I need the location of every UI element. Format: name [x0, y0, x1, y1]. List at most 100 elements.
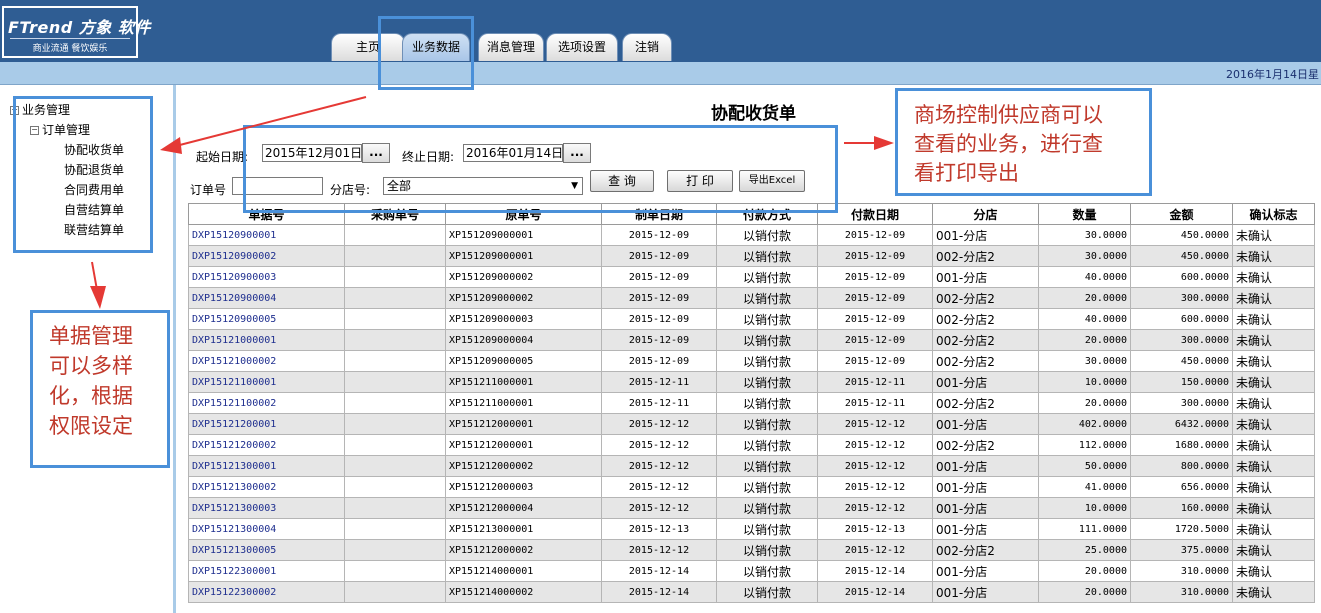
- col-pay-date-cell: 2015-12-13: [817, 518, 933, 540]
- col-pay-method-cell: 以销付款: [716, 266, 818, 288]
- table-row[interactable]: DXP15121300005 XP151212000002 2015-12-12 以销…: [188, 539, 1315, 561]
- date-bar: 2016年1月14日星: [0, 62, 1321, 85]
- col-orig-no-cell: XP151212000003: [445, 476, 602, 498]
- table-row[interactable]: DXP15120900002 XP151209000001 2015-12-09 以销…: [188, 245, 1315, 267]
- col-amount-header[interactable]: 金额: [1130, 203, 1233, 225]
- col-shop-cell: 001-分店: [932, 224, 1039, 246]
- col-doc-no-cell[interactable]: DXP15122300002: [188, 581, 345, 603]
- col-pay-method-cell: 以销付款: [716, 371, 818, 393]
- col-orig-no-cell: XP151212000002: [445, 455, 602, 477]
- col-purchase-no-cell: [344, 476, 446, 498]
- table-row[interactable]: DXP15120900001 XP151209000001 2015-12-09 以销…: [188, 224, 1315, 246]
- col-purchase-no-cell: [344, 350, 446, 372]
- col-amount-cell: 300.0000: [1130, 287, 1233, 309]
- table-row[interactable]: DXP15122300001 XP151214000001 2015-12-14 以销…: [188, 560, 1315, 582]
- col-shop-cell: 001-分店: [932, 560, 1039, 582]
- col-doc-no-cell[interactable]: DXP15121300001: [188, 455, 345, 477]
- tab-options[interactable]: 选项设置: [546, 33, 618, 61]
- col-create-date-cell: 2015-12-12: [601, 455, 717, 477]
- col-create-date-cell: 2015-12-11: [601, 392, 717, 414]
- col-confirm-cell: 未确认: [1232, 476, 1315, 498]
- col-purchase-no-cell: [344, 371, 446, 393]
- col-confirm-cell: 未确认: [1232, 392, 1315, 414]
- col-doc-no-cell[interactable]: DXP15121200002: [188, 434, 345, 456]
- col-create-date-cell: 2015-12-12: [601, 434, 717, 456]
- col-create-date-cell: 2015-12-09: [601, 266, 717, 288]
- col-pay-date-cell: 2015-12-09: [817, 308, 933, 330]
- col-pay-date-cell: 2015-12-12: [817, 476, 933, 498]
- col-create-date-cell: 2015-12-09: [601, 245, 717, 267]
- col-purchase-no-cell: [344, 413, 446, 435]
- col-pay-method-cell: 以销付款: [716, 497, 818, 519]
- col-confirm-cell: 未确认: [1232, 434, 1315, 456]
- table-row[interactable]: DXP15121300002 XP151212000003 2015-12-12 以销…: [188, 476, 1315, 498]
- table-row[interactable]: DXP15121200001 XP151212000001 2015-12-12 以销…: [188, 413, 1315, 435]
- col-qty-cell: 40.0000: [1038, 308, 1131, 330]
- col-create-date-cell: 2015-12-13: [601, 518, 717, 540]
- col-doc-no-cell[interactable]: DXP15121200001: [188, 413, 345, 435]
- annotation-box-filters: [243, 125, 838, 213]
- table-row[interactable]: DXP15121300004 XP151213000001 2015-12-13 以销…: [188, 518, 1315, 540]
- col-confirm-header[interactable]: 确认标志: [1232, 203, 1315, 225]
- col-doc-no-cell[interactable]: DXP15121300002: [188, 476, 345, 498]
- table-row[interactable]: DXP15122300002 XP151214000002 2015-12-14 以销…: [188, 581, 1315, 603]
- col-confirm-cell: 未确认: [1232, 518, 1315, 540]
- col-doc-no-cell[interactable]: DXP15121300005: [188, 539, 345, 561]
- col-shop-cell: 002-分店2: [932, 245, 1039, 267]
- col-doc-no-cell[interactable]: DXP15121300003: [188, 497, 345, 519]
- col-purchase-no-cell: [344, 581, 446, 603]
- col-confirm-cell: 未确认: [1232, 455, 1315, 477]
- tab-messages[interactable]: 消息管理: [478, 33, 544, 61]
- annotation-box-tab: [378, 16, 474, 90]
- table-row[interactable]: DXP15121300001 XP151212000002 2015-12-12 以销…: [188, 455, 1315, 477]
- col-pay-date-cell: 2015-12-09: [817, 329, 933, 351]
- col-confirm-cell: 未确认: [1232, 350, 1315, 372]
- col-doc-no-cell[interactable]: DXP15121100002: [188, 392, 345, 414]
- col-create-date-cell: 2015-12-14: [601, 581, 717, 603]
- col-shop-header[interactable]: 分店: [932, 203, 1039, 225]
- col-doc-no-cell[interactable]: DXP15122300001: [188, 560, 345, 582]
- col-pay-date-cell: 2015-12-11: [817, 392, 933, 414]
- col-purchase-no-cell: [344, 560, 446, 582]
- tab-logout[interactable]: 注销: [622, 33, 672, 61]
- col-confirm-cell: 未确认: [1232, 539, 1315, 561]
- col-create-date-cell: 2015-12-12: [601, 539, 717, 561]
- table-row[interactable]: DXP15120900005 XP151209000003 2015-12-09 以销…: [188, 308, 1315, 330]
- col-doc-no-cell[interactable]: DXP15121300004: [188, 518, 345, 540]
- col-doc-no-cell[interactable]: DXP15120900002: [188, 245, 345, 267]
- col-pay-date-cell: 2015-12-09: [817, 245, 933, 267]
- table-row[interactable]: DXP15120900003 XP151209000002 2015-12-09 以销…: [188, 266, 1315, 288]
- col-doc-no-cell[interactable]: DXP15120900003: [188, 266, 345, 288]
- col-qty-cell: 10.0000: [1038, 371, 1131, 393]
- table-row[interactable]: DXP15121000002 XP151209000005 2015-12-09 以销…: [188, 350, 1315, 372]
- table-row[interactable]: DXP15121200002 XP151212000001 2015-12-12 以销…: [188, 434, 1315, 456]
- col-purchase-no-cell: [344, 287, 446, 309]
- col-doc-no-cell[interactable]: DXP15121100001: [188, 371, 345, 393]
- table-row[interactable]: DXP15121100002 XP151211000001 2015-12-11 以销…: [188, 392, 1315, 414]
- col-doc-no-cell[interactable]: DXP15121000001: [188, 329, 345, 351]
- col-confirm-cell: 未确认: [1232, 245, 1315, 267]
- col-doc-no-cell[interactable]: DXP15120900001: [188, 224, 345, 246]
- table-row[interactable]: DXP15120900004 XP151209000002 2015-12-09 以销…: [188, 287, 1315, 309]
- col-qty-cell: 111.0000: [1038, 518, 1131, 540]
- table-row[interactable]: DXP15121100001 XP151211000001 2015-12-11 以销…: [188, 371, 1315, 393]
- col-create-date-cell: 2015-12-09: [601, 308, 717, 330]
- col-pay-method-cell: 以销付款: [716, 560, 818, 582]
- note-line: 单据管理: [49, 324, 133, 348]
- col-shop-cell: 001-分店: [932, 581, 1039, 603]
- col-doc-no-cell[interactable]: DXP15120900004: [188, 287, 345, 309]
- col-purchase-no-cell: [344, 308, 446, 330]
- col-qty-header[interactable]: 数量: [1038, 203, 1131, 225]
- table-row[interactable]: DXP15121300003 XP151212000004 2015-12-12 以销…: [188, 497, 1315, 519]
- col-orig-no-cell: XP151213000001: [445, 518, 602, 540]
- col-pay-date-cell: 2015-12-09: [817, 266, 933, 288]
- col-doc-no-cell[interactable]: DXP15120900005: [188, 308, 345, 330]
- col-purchase-no-cell: [344, 224, 446, 246]
- col-pay-method-cell: 以销付款: [716, 308, 818, 330]
- col-amount-cell: 450.0000: [1130, 245, 1233, 267]
- col-qty-cell: 30.0000: [1038, 224, 1131, 246]
- col-purchase-no-cell: [344, 266, 446, 288]
- col-doc-no-cell[interactable]: DXP15121000002: [188, 350, 345, 372]
- col-confirm-cell: 未确认: [1232, 329, 1315, 351]
- table-row[interactable]: DXP15121000001 XP151209000004 2015-12-09 以销…: [188, 329, 1315, 351]
